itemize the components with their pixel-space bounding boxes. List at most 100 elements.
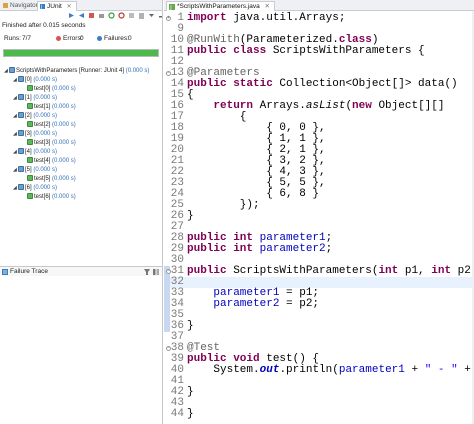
tree-group-item[interactable]: ◢ [4] (0.000 s) [13, 148, 57, 155]
code-line[interactable]: } [187, 321, 194, 332]
tab-scripts-with-parameters[interactable]: J *ScriptsWithParameters.java ✕ [166, 1, 275, 11]
line-number: 44 [170, 408, 184, 420]
code-area[interactable]: 1 + import java.util.Arrays; 9 10 @RunWith(Pa… [164, 11, 474, 424]
errors-value: 0 [80, 35, 84, 42]
runs-value: 7/7 [22, 35, 32, 42]
code-line[interactable]: public int parameter2; [187, 244, 332, 255]
code-line[interactable]: parameter2 = p2; [187, 299, 319, 310]
tree-suite-root[interactable]: ◢ ScriptsWithParameters [Runner: JUnit 4]… [4, 67, 149, 74]
editor-tab-label: *ScriptsWithParameters.java [177, 3, 260, 10]
error-icon [56, 36, 61, 41]
tree-test-item[interactable]: test[5] (0.000 s) [22, 175, 76, 182]
tree-group-item[interactable]: ◢ [1] (0.000 s) [13, 94, 57, 101]
test-suite-icon [18, 94, 24, 100]
code-line[interactable]: } [187, 387, 194, 398]
history-icon[interactable] [138, 12, 145, 19]
tree-test-item[interactable]: test[4] (0.000 s) [22, 157, 76, 164]
tree-test-item[interactable]: test[6] (0.000 s) [22, 193, 76, 200]
view-menu-icon[interactable] [148, 12, 155, 19]
fold-toggle-icon[interactable]: − [166, 71, 171, 76]
tree-node-time: (0.000 s) [125, 68, 150, 74]
tree-group-item[interactable]: ◢ [3] (0.000 s) [13, 130, 57, 137]
tree-group-item[interactable]: ◢ [6] (0.000 s) [13, 184, 57, 191]
minimize-icon[interactable] [158, 12, 163, 19]
tree-node-name: test[5] [34, 176, 53, 182]
test-counters: Runs: 7/7 Errors: 0 Failures: 0 [0, 35, 162, 45]
code-line[interactable]: public ScriptsWithParameters(int p1, int… [187, 266, 474, 277]
code-line[interactable]: System.out.println(parameter1 + " - " + … [187, 365, 474, 376]
previous-failure-icon[interactable] [78, 12, 85, 19]
close-icon[interactable]: ✕ [265, 3, 270, 10]
next-failure-icon[interactable] [68, 12, 75, 19]
tab-navigator-label: Navigator [10, 2, 38, 9]
fold-toggle-icon[interactable]: − [166, 346, 171, 351]
code-line[interactable]: import java.util.Arrays; [187, 13, 345, 24]
failures-value: 0 [128, 35, 132, 42]
tree-group-item[interactable]: ◢ [0] (0.000 s) [13, 76, 57, 83]
filter-stack-icon[interactable] [144, 269, 150, 275]
view-tab-bar: Navigator J JUnit ✕ [0, 0, 162, 11]
rerun-failed-first-icon[interactable] [118, 12, 125, 19]
code-line[interactable]: } [187, 211, 194, 222]
code-line[interactable]: public static Collection<Object[]> data(… [187, 79, 458, 90]
code-line[interactable]: public class ScriptsWithParameters { [187, 46, 425, 57]
tree-node-name: ScriptsWithParameters [Runner: JUnit 4] [16, 68, 126, 74]
fold-toggle-icon[interactable]: + [166, 16, 171, 21]
java-file-icon: J [169, 4, 175, 10]
test-suite-icon [18, 166, 24, 172]
compare-results-icon[interactable] [153, 269, 159, 275]
tree-node-name: test[3] [34, 140, 53, 146]
tree-test-item[interactable]: test[0] (0.000 s) [22, 85, 76, 92]
runs-label: Runs: [4, 35, 21, 42]
tree-test-item[interactable]: test[1] (0.000 s) [22, 103, 76, 110]
test-suite-icon [18, 148, 24, 154]
junit-icon: J [40, 4, 45, 9]
tree-test-item[interactable]: test[3] (0.000 s) [22, 139, 76, 146]
test-passed-icon [27, 175, 33, 181]
test-passed-icon [27, 103, 33, 109]
tree-group-item[interactable]: ◢ [5] (0.000 s) [13, 166, 57, 173]
status-message: Finished after 0.015 seconds [2, 22, 86, 29]
tab-junit[interactable]: J JUnit ✕ [37, 1, 77, 11]
tree-node-time: (0.000 s) [33, 131, 58, 137]
tree-node-time: (0.000 s) [52, 194, 76, 200]
java-editor: J *ScriptsWithParameters.java ✕ 1 + import… [164, 0, 474, 424]
tree-node-time: (0.000 s) [52, 122, 76, 128]
failures-label: Failures: [104, 35, 129, 42]
code-line[interactable]: } [187, 409, 194, 420]
tab-junit-label: JUnit [47, 3, 62, 10]
tree-node-time: (0.000 s) [33, 167, 58, 173]
tree-group-item[interactable]: ◢ [2] (0.000 s) [13, 112, 57, 119]
tree-node-name: test[0] [34, 86, 53, 92]
tree-node-time: (0.000 s) [52, 86, 76, 92]
test-suite-icon [18, 76, 24, 82]
tree-node-time: (0.000 s) [52, 158, 76, 164]
tab-navigator[interactable]: Navigator [1, 1, 38, 11]
svg-text:J: J [169, 5, 171, 10]
tree-node-time: (0.000 s) [33, 149, 58, 155]
junit-view: Navigator J JUnit ✕ Finished after 0.015… [0, 0, 163, 424]
rerun-icon[interactable] [108, 12, 115, 19]
stop-icon[interactable] [128, 12, 135, 19]
junit-toolbar [68, 11, 163, 21]
tree-node-name: test[2] [34, 122, 53, 128]
scroll-lock-icon[interactable] [98, 12, 105, 19]
fold-toggle-icon[interactable]: − [166, 269, 171, 274]
tree-test-item[interactable]: test[2] (0.000 s) [22, 121, 76, 128]
close-icon[interactable]: ✕ [67, 4, 72, 10]
navigator-icon [3, 3, 8, 8]
code-line[interactable]: }); [187, 200, 260, 211]
tree-node-time: (0.000 s) [33, 185, 58, 191]
tree-node-time: (0.000 s) [52, 140, 76, 146]
tree-node-time: (0.000 s) [33, 113, 58, 119]
tree-node-time: (0.000 s) [52, 176, 76, 182]
tree-node-name: test[6] [34, 194, 53, 200]
test-suite-icon [18, 130, 24, 136]
test-passed-icon [27, 139, 33, 145]
test-passed-icon [27, 193, 33, 199]
show-failures-only-icon[interactable] [88, 12, 95, 19]
failure-icon [97, 36, 102, 41]
tree-node-name: test[4] [34, 158, 53, 164]
test-suite-icon [18, 112, 24, 118]
test-passed-icon [27, 85, 33, 91]
